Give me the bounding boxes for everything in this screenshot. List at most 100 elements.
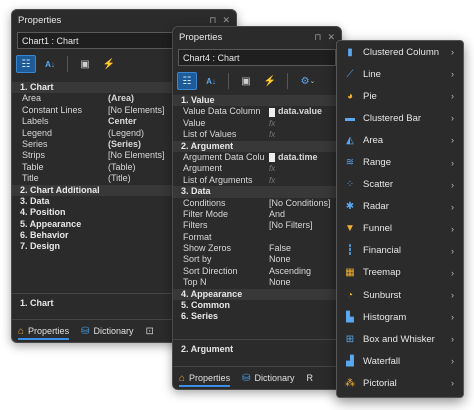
- categorized-view-button[interactable]: ☷: [177, 72, 197, 90]
- chevron-right-icon: ›: [451, 113, 454, 124]
- tab-report-tree[interactable]: ⊡: [139, 320, 159, 342]
- menu-item-sunburst[interactable]: ◔ Sunburst ›: [337, 284, 463, 306]
- tab-dictionary[interactable]: ⛁ Dictionary: [75, 320, 139, 342]
- pin-icon[interactable]: ⊓: [209, 15, 216, 26]
- alphabetical-sort-button[interactable]: A↓: [40, 55, 60, 73]
- property-row[interactable]: Argument fx: [173, 163, 341, 174]
- property-category[interactable]: 4. Appearance: [173, 288, 341, 301]
- categorized-view-button[interactable]: ☷: [16, 55, 36, 73]
- menu-item-area[interactable]: ◭ Area ›: [337, 129, 463, 151]
- chevron-right-icon: ›: [451, 91, 454, 102]
- window-titlebar[interactable]: Properties ⊓ ✕: [173, 27, 341, 47]
- property-name: Argument Data Column: [183, 151, 265, 162]
- menu-item-line[interactable]: ⟋ Line ›: [337, 63, 463, 85]
- description-title: 1. Chart: [20, 298, 54, 308]
- menu-item-histogram[interactable]: ▙ Histogram ›: [337, 306, 463, 328]
- property-row[interactable]: Filters [No Filters]: [173, 220, 341, 231]
- categorized-icon: ☷: [21, 58, 31, 70]
- property-row[interactable]: List of Arguments fx: [173, 175, 341, 186]
- property-category[interactable]: 3. Data: [173, 186, 341, 198]
- chart-type-menu: ▮ Clustered Column › ⟋ Line › ◕ Pie › ▬ Clustered …: [336, 40, 464, 398]
- property-value[interactable]: [No Filters]: [265, 220, 341, 231]
- events-button[interactable]: ⚡: [260, 72, 280, 90]
- alphabetical-sort-button[interactable]: A↓: [201, 72, 221, 90]
- property-row[interactable]: Top N None: [173, 277, 341, 288]
- property-value[interactable]: Ascending: [265, 266, 341, 277]
- property-value-text: (Title): [108, 173, 131, 184]
- property-value[interactable]: fx: [265, 129, 341, 140]
- property-value[interactable]: None: [265, 254, 341, 265]
- property-row[interactable]: Format: [173, 232, 341, 243]
- close-icon[interactable]: ✕: [327, 32, 335, 43]
- property-value[interactable]: data.time: [265, 152, 341, 163]
- property-category[interactable]: 6. Series: [173, 311, 341, 322]
- property-row[interactable]: Argument Data Column data.time: [173, 152, 341, 163]
- property-value[interactable]: fx: [265, 118, 341, 129]
- gear-icon: ⚙: [300, 75, 310, 87]
- property-value-text: (Area): [108, 93, 135, 104]
- property-value[interactable]: And: [265, 209, 341, 220]
- property-value-text: fx: [269, 118, 276, 128]
- property-category[interactable]: 5. Common: [173, 300, 341, 311]
- property-name: Conditions: [183, 197, 226, 208]
- chevron-right-icon: ›: [451, 179, 454, 190]
- area-chart-icon: ◭: [346, 134, 354, 146]
- menu-item-funnel[interactable]: ▼ Funnel ›: [337, 218, 463, 240]
- properties-grid-icon: ▣: [241, 75, 251, 87]
- properties-window-chart4: Properties ⊓ ✕ Chart4 : Chart ☷ A↓ ▣ ⚡ ⚙…: [172, 26, 342, 390]
- pictorial-chart-icon: ⁂: [345, 377, 355, 389]
- chevron-right-icon: ›: [451, 69, 454, 80]
- component-selector-value: Chart4 : Chart: [183, 52, 240, 63]
- chevron-right-icon: ›: [451, 223, 454, 234]
- component-selector[interactable]: Chart4 : Chart: [178, 49, 336, 66]
- property-category[interactable]: 2. Argument: [173, 140, 341, 152]
- bottom-tabs: ⌂ Properties ⛁ Dictionary R: [173, 366, 341, 389]
- menu-item-range[interactable]: ≋ Range ›: [337, 151, 463, 173]
- property-value[interactable]: fx: [265, 163, 341, 174]
- property-category[interactable]: 1. Value: [173, 95, 341, 107]
- tab-report[interactable]: R: [300, 367, 319, 389]
- menu-item-treemap[interactable]: ▦ Treemap ›: [337, 262, 463, 284]
- property-value-text: (Legend): [108, 127, 145, 138]
- menu-item-label: Line: [363, 68, 381, 80]
- menu-item-label: Treemap: [363, 267, 401, 279]
- events-button[interactable]: ⚡: [99, 55, 119, 73]
- property-row[interactable]: Value fx: [173, 118, 341, 129]
- treemap-chart-icon: ▦: [345, 267, 355, 279]
- tab-properties[interactable]: ⌂ Properties: [173, 367, 236, 389]
- properties-view-button[interactable]: ▣: [75, 55, 95, 73]
- menu-item-clustered-column[interactable]: ▮ Clustered Column ›: [337, 41, 463, 63]
- menu-item-clustered-bar[interactable]: ▬ Clustered Bar ›: [337, 107, 463, 129]
- pie-chart-icon: ◕: [346, 90, 354, 102]
- menu-item-pie[interactable]: ◕ Pie ›: [337, 85, 463, 107]
- properties-view-button[interactable]: ▣: [236, 72, 256, 90]
- property-value[interactable]: data.value: [265, 106, 341, 117]
- property-row[interactable]: Sort Direction Ascending: [173, 266, 341, 277]
- settings-dropdown-button[interactable]: ⚙ ⌄: [295, 72, 321, 90]
- menu-item-scatter[interactable]: ⁘ Scatter ›: [337, 174, 463, 196]
- categorized-icon: ☷: [182, 75, 192, 87]
- menu-item-radar[interactable]: ✱ Radar ›: [337, 196, 463, 218]
- menu-item-box-and-whisker[interactable]: ⊞ Box and Whisker ›: [337, 328, 463, 350]
- property-name: Filter Mode: [183, 208, 229, 219]
- property-value[interactable]: None: [265, 277, 341, 288]
- menu-item-financial[interactable]: ┇ Financial ›: [337, 240, 463, 262]
- property-value[interactable]: fx: [265, 175, 341, 186]
- property-row[interactable]: Show Zeros False: [173, 243, 341, 254]
- property-value[interactable]: [265, 232, 341, 243]
- menu-item-pictorial[interactable]: ⁂ Pictorial ›: [337, 372, 463, 394]
- component-selector-value: Chart1 : Chart: [22, 35, 79, 46]
- property-row[interactable]: List of Values fx: [173, 129, 341, 140]
- property-name: Filters: [183, 220, 208, 231]
- property-row[interactable]: Filter Mode And: [173, 209, 341, 220]
- property-row[interactable]: Conditions [No Conditions]: [173, 198, 341, 209]
- close-icon[interactable]: ✕: [222, 15, 230, 26]
- property-row[interactable]: Sort by None: [173, 254, 341, 265]
- tab-dictionary[interactable]: ⛁ Dictionary: [236, 367, 300, 389]
- tab-properties[interactable]: ⌂ Properties: [12, 320, 75, 342]
- menu-item-waterfall[interactable]: ▟ Waterfall ›: [337, 350, 463, 372]
- property-row[interactable]: Value Data Column data.value: [173, 106, 341, 117]
- property-value[interactable]: [No Conditions]: [265, 198, 341, 209]
- pin-icon[interactable]: ⊓: [314, 32, 321, 43]
- property-value[interactable]: False: [265, 243, 341, 254]
